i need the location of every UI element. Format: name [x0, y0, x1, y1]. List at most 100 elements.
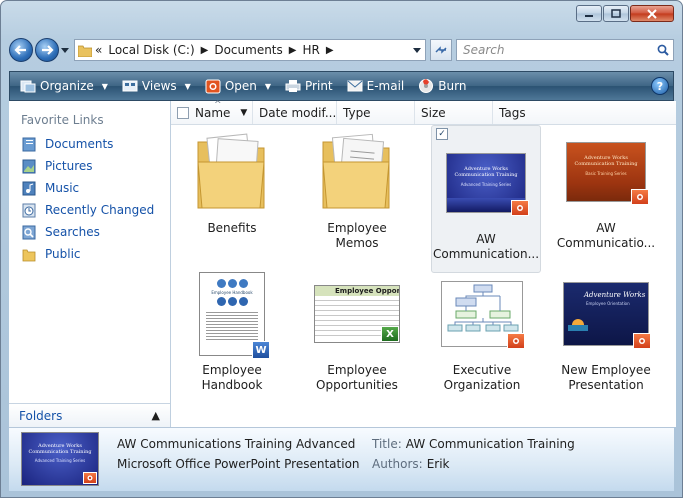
breadcrumb-separator[interactable]: ▶ — [323, 45, 337, 56]
close-button[interactable] — [630, 5, 674, 22]
sort-ascending-icon: ^ — [214, 100, 222, 110]
presentation-thumbnail: Adventure Works Communication Training B… — [563, 129, 649, 215]
file-item-benefits[interactable]: Benefits — [177, 129, 287, 277]
explorer-window: « Local Disk (C:) ▶ Documents ▶ HR ▶ Sea… — [0, 0, 683, 498]
details-thumb-title: Adventure Works Communication Training — [28, 443, 92, 455]
selection-checkbox[interactable]: ✓ — [436, 128, 448, 140]
file-item-aw-communication-basic[interactable]: Adventure Works Communication Training B… — [551, 129, 661, 277]
file-name: Employee Memos — [327, 221, 387, 250]
details-file-name: AW Communications Training Advanced — [117, 437, 356, 451]
breadcrumb-overflow[interactable]: « — [92, 43, 105, 57]
command-bar: Organize ▼ Views ▼ Open ▼ Print E-mail Burn… — [9, 71, 674, 101]
select-all-checkbox[interactable] — [177, 106, 189, 119]
forward-button[interactable] — [35, 38, 59, 62]
favorite-link-music[interactable]: Music — [9, 177, 170, 199]
back-arrow-icon — [14, 45, 26, 55]
favorite-link-recently-changed[interactable]: Recently Changed — [9, 199, 170, 221]
word-document-thumbnail: Employee Handbook W — [189, 271, 275, 359]
favorite-link-searches[interactable]: Searches — [9, 221, 170, 243]
file-item-employee-memos[interactable]: Employee Memos — [302, 129, 412, 277]
email-button[interactable]: E-mail — [341, 72, 413, 100]
chevron-down-icon[interactable]: ▼ — [236, 108, 251, 118]
organize-menu[interactable]: Organize ▼ — [14, 72, 116, 100]
details-thumbnail: Adventure Works Communication Training A… — [21, 432, 99, 486]
file-item-new-employee-presentation[interactable]: Adventure Works Employee Orientation New… — [551, 271, 661, 419]
column-tags[interactable]: Tags — [493, 101, 573, 124]
open-label: Open — [224, 79, 257, 93]
recent-pages-dropdown[interactable] — [60, 47, 70, 53]
column-name[interactable]: ^ Name ▼ — [171, 100, 253, 124]
details-file-type: Microsoft Office PowerPoint Presentation — [117, 457, 360, 471]
address-row: « Local Disk (C:) ▶ Documents ▶ HR ▶ Sea… — [9, 35, 674, 65]
folders-toggle[interactable]: Folders ▲ — [9, 403, 170, 427]
print-label: Print — [305, 79, 333, 93]
presentation-thumbnail: Adventure Works Communication Training A… — [443, 140, 529, 226]
minimize-icon — [585, 14, 593, 17]
file-name: AW Communicatio... — [556, 221, 656, 250]
breadcrumb-documents[interactable]: Documents — [211, 43, 285, 57]
file-item-employee-opportunities[interactable]: Employee Oppor X Employee Opportunities — [302, 271, 412, 419]
chevron-up-icon: ▲ — [151, 409, 160, 422]
presentation-thumbnail — [439, 271, 525, 357]
favorite-link-public[interactable]: Public — [9, 243, 170, 265]
file-name: AW Communication... — [433, 232, 540, 261]
searches-icon — [21, 224, 37, 240]
print-button[interactable]: Print — [279, 72, 341, 100]
email-label: E-mail — [366, 79, 405, 93]
file-list-pane: ^ Name ▼ Date modif... Type Size Tags Be… — [171, 100, 676, 427]
help-button[interactable]: ? — [651, 77, 669, 95]
word-badge-icon: W — [252, 341, 270, 359]
doc-title: Employee Handbook — [211, 290, 253, 295]
folders-label: Folders — [19, 408, 63, 423]
address-history-dropdown[interactable] — [409, 47, 425, 53]
column-size[interactable]: Size — [415, 101, 493, 124]
favorite-link-label: Recently Changed — [45, 203, 155, 217]
favorite-link-pictures[interactable]: Pictures — [9, 155, 170, 177]
chevron-down-icon — [413, 47, 421, 53]
printer-icon — [285, 80, 301, 92]
open-menu[interactable]: Open ▼ — [199, 72, 279, 100]
breadcrumb-separator[interactable]: ▶ — [286, 45, 300, 56]
search-button[interactable] — [653, 44, 673, 56]
column-type[interactable]: Type — [337, 101, 415, 124]
slide-title: Adventure Works — [584, 291, 646, 299]
refresh-button[interactable] — [430, 39, 452, 61]
favorite-link-documents[interactable]: Documents — [9, 133, 170, 155]
sheet-title: Employee Oppor — [315, 286, 399, 296]
slide-title: Adventure Works Communication Training — [574, 155, 638, 167]
maximize-icon — [611, 9, 621, 18]
favorite-links-title: Favorite Links — [21, 113, 104, 127]
views-icon — [122, 80, 138, 92]
address-bar[interactable]: « Local Disk (C:) ▶ Documents ▶ HR ▶ — [74, 39, 426, 61]
excel-badge-icon: X — [381, 326, 399, 342]
file-item-executive-organization[interactable]: Executive Organization — [427, 271, 537, 419]
chevron-down-icon: ▼ — [101, 81, 108, 91]
maximize-button[interactable] — [603, 5, 629, 22]
breadcrumb-local-disk[interactable]: Local Disk (C:) — [105, 43, 197, 57]
music-icon — [21, 180, 37, 196]
details-authors-value[interactable]: Erik — [427, 454, 450, 474]
back-button[interactable] — [9, 38, 33, 62]
column-type-label: Type — [343, 105, 371, 120]
chevron-down-icon — [61, 47, 69, 53]
details-title-value[interactable]: AW Communication Training — [406, 434, 575, 454]
minimize-button[interactable] — [576, 5, 602, 22]
views-menu[interactable]: Views ▼ — [116, 72, 199, 100]
search-input[interactable]: Search — [456, 39, 674, 61]
folder-icon — [78, 45, 92, 57]
favorite-link-label: Public — [45, 247, 81, 261]
column-date-modified[interactable]: Date modif... — [253, 101, 337, 124]
burn-button[interactable]: Burn — [412, 72, 474, 100]
organize-icon — [20, 80, 36, 93]
public-folder-icon — [21, 246, 37, 262]
breadcrumb-hr[interactable]: HR — [299, 43, 322, 57]
email-icon — [347, 80, 363, 92]
file-item-aw-communication-advanced[interactable]: ✓ Adventure Works Communication Training… — [431, 125, 541, 273]
breadcrumb-separator[interactable]: ▶ — [198, 45, 212, 56]
excel-workbook-thumbnail: Employee Oppor X — [314, 271, 400, 357]
slide-subtitle: Advanced Training Series — [460, 182, 512, 187]
file-item-employee-handbook[interactable]: Employee Handbook W Employee Handbook — [177, 271, 287, 419]
slide-subtitle: Basic Training Series — [585, 171, 627, 176]
favorite-link-label: Music — [45, 181, 80, 195]
powerpoint-badge-icon — [511, 200, 529, 216]
